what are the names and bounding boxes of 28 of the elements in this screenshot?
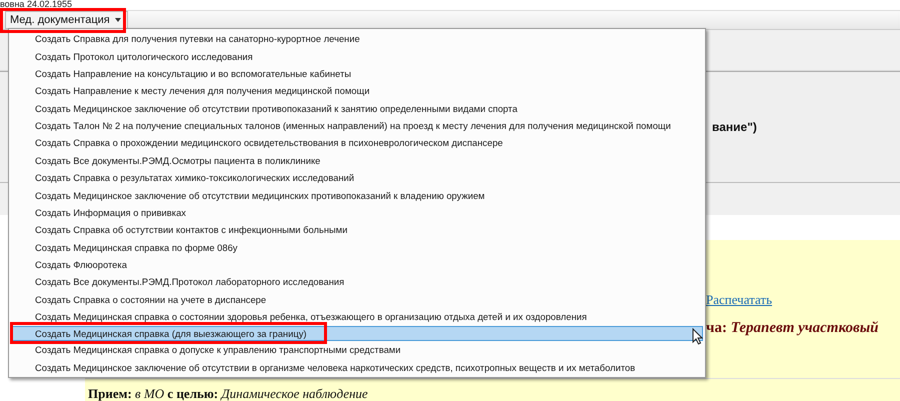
- menu-item[interactable]: Создать Медицинское заключение об отсутствии противопоказаний к занятию определенными видами спорта: [11, 102, 703, 115]
- menu-item[interactable]: Создать Направление к месту лечения для получения медицинской помощи: [11, 84, 703, 98]
- menu-item[interactable]: Создать Медицинская справка (для выезжающего за границу): [11, 326, 703, 341]
- menu-item[interactable]: Создать Все документы.РЭМД.Осмотры пациента в поликлинике: [11, 154, 703, 167]
- menu-item[interactable]: Создать Все документы.РЭМД.Протокол лабораторного исследования: [11, 275, 703, 288]
- print-link[interactable]: Распечатать: [706, 292, 772, 308]
- header-text: вание"): [712, 120, 757, 134]
- menu-item[interactable]: Создать Направление на консультацию и во вспомогательные кабинеты: [11, 66, 703, 80]
- specialty-text: ча: Терапевт участковый: [706, 320, 878, 337]
- menu-item[interactable]: Создать Медицинское заключение об отсутствии медицинских противопоказаний к владению оружием: [11, 188, 703, 202]
- menu-item[interactable]: Создать Флюоротека: [11, 258, 703, 272]
- caret-icon: [114, 18, 121, 22]
- menu-item[interactable]: Создать Медицинская справка по форме 086у: [11, 240, 703, 254]
- menu-item[interactable]: Создать Талон № 2 на получение специальных талонов (именных направлений) на проезд к месту лечения для получения медицинской помощи: [11, 119, 703, 132]
- med-docs-dropdown-button[interactable]: Мед. документация: [5, 11, 128, 29]
- menu-item[interactable]: Создать Медицинское заключение об отсутствии в организме человека наркотических средств, психотропных веществ и их метаболитов: [11, 360, 703, 374]
- menu-item[interactable]: Создать Справка о результатах химико-токсикологических исследований: [11, 171, 703, 184]
- visit-text: Прием: в МО с целью: Динамическое наблюдение: [88, 386, 368, 401]
- menu-item[interactable]: Создать Протокол цитологического исследования: [11, 50, 703, 63]
- menu-item[interactable]: Создать Медицинская справка о допуске к управлению транспортными средствами: [11, 343, 703, 356]
- menu-item[interactable]: Создать Медицинская справка о состоянии здоровья ребенка, отъезжающего в организацию отдыха детей и их оздоровления: [11, 310, 703, 324]
- patient-info-text: вовна 24.02.1955: [0, 0, 73, 10]
- menu-item[interactable]: Создать Справка о прохождении медицинского освидетельствования в психоневрологическом диспансере: [11, 136, 703, 150]
- menu-item[interactable]: Создать Справка о состоянии на учете в диспансере: [11, 292, 703, 306]
- mouse-cursor-icon: [692, 328, 703, 345]
- menu-item[interactable]: Создать Справка об остутствии контактов с инфекционными больными: [11, 223, 703, 236]
- menu-item[interactable]: Создать Справка для получения путевки на санаторно-курортное лечение: [11, 32, 703, 46]
- menu-item[interactable]: Создать Информация о прививках: [11, 206, 703, 219]
